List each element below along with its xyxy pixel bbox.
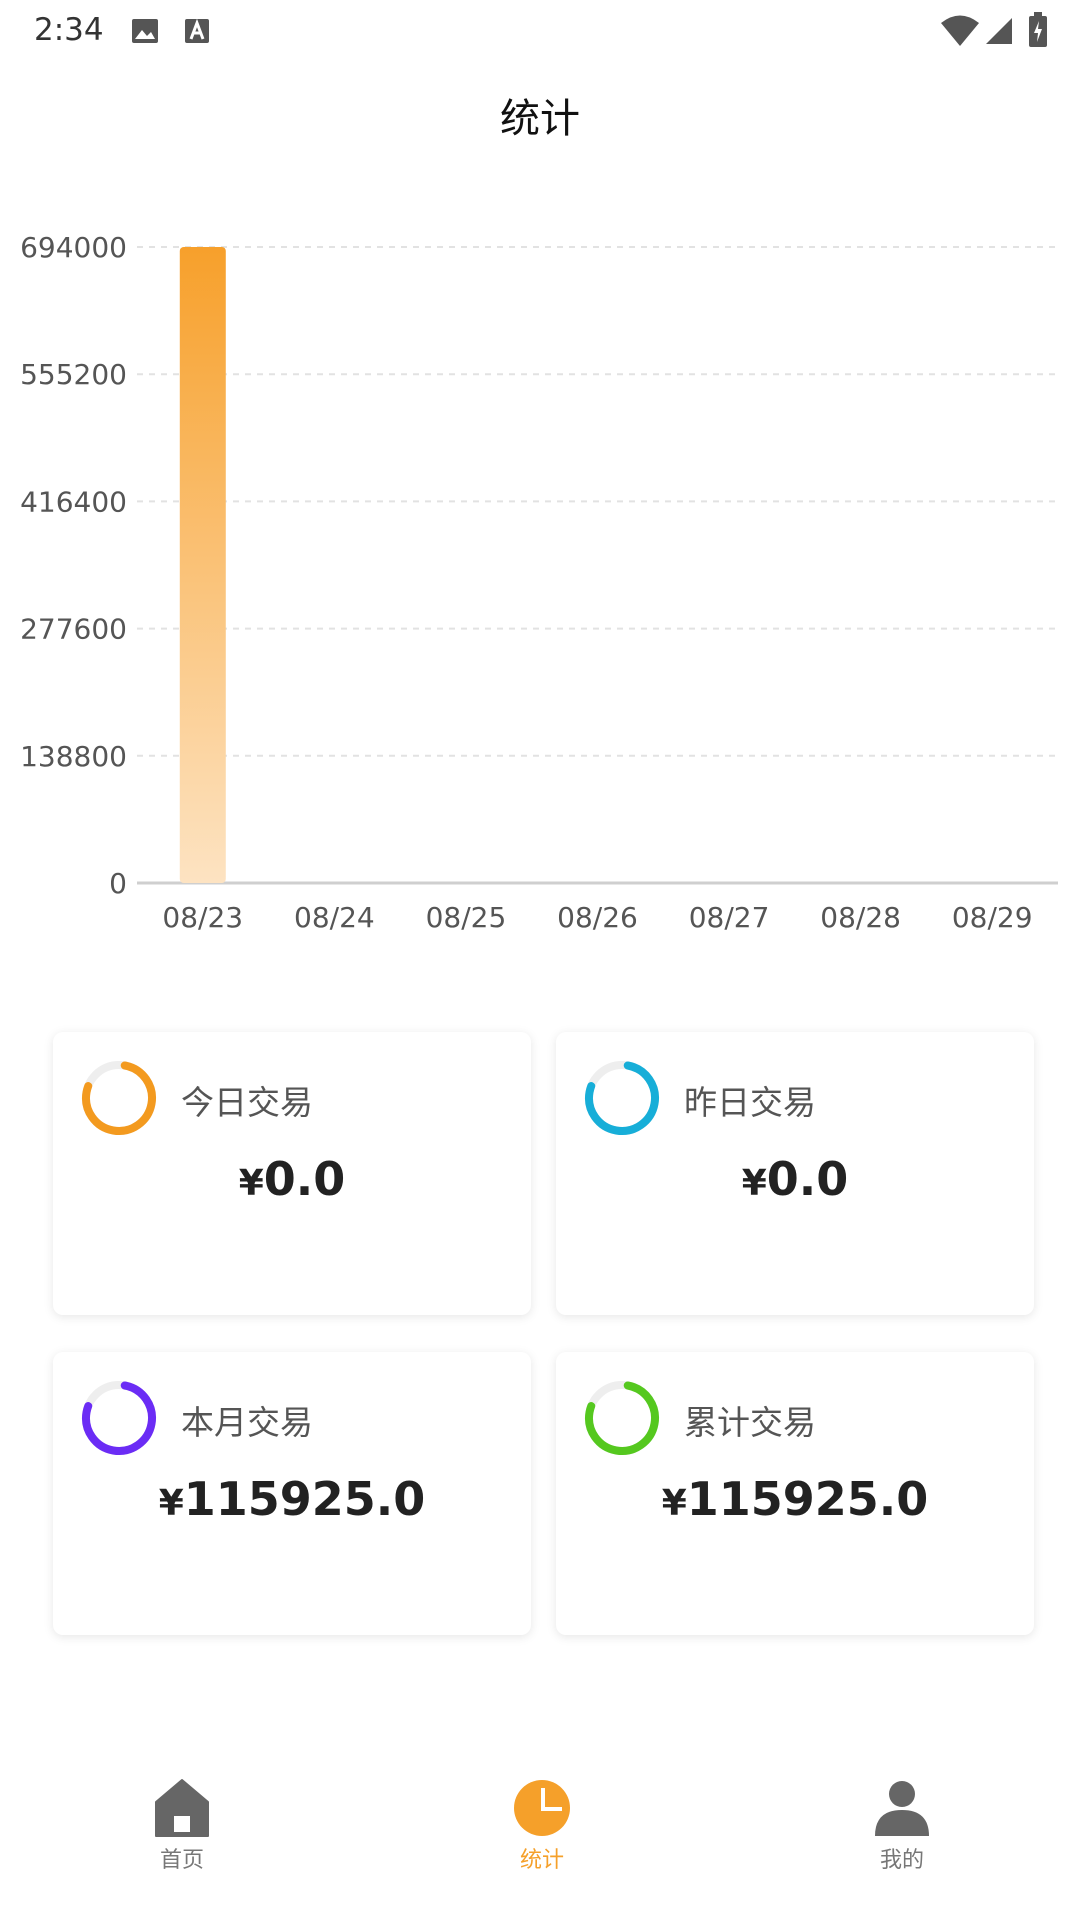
x-tick-label: 08/23 bbox=[162, 901, 243, 934]
x-tick-label: 08/27 bbox=[689, 901, 770, 934]
nav-item-statistics[interactable]: 统计 bbox=[442, 1778, 642, 1918]
y-tick-label: 416400 bbox=[20, 485, 127, 518]
card-amount: ¥0.0 bbox=[741, 1152, 849, 1206]
card-label: 昨日交易 bbox=[684, 1083, 816, 1122]
yesterday-transactions-card[interactable]: 昨日交易 ¥0.0 bbox=[556, 1032, 1034, 1315]
nav-item-profile[interactable]: 我的 bbox=[802, 1778, 1002, 1918]
nav-label-profile: 我的 bbox=[879, 1848, 924, 1873]
bar-chart-svg: 0 138800 277600 416400 555200 694000 08/23 08/2… bbox=[20, 231, 1058, 934]
month-transactions-card[interactable]: 本月交易 ¥115925.0 bbox=[53, 1352, 531, 1635]
y-tick-label: 555200 bbox=[20, 358, 127, 391]
ring-icon bbox=[585, 1381, 659, 1455]
ring-icon bbox=[82, 1381, 156, 1455]
nav-item-home[interactable]: 首页 bbox=[82, 1778, 282, 1918]
card-amount: ¥115925.0 bbox=[661, 1472, 929, 1526]
image-icon bbox=[132, 19, 158, 43]
card-label: 累计交易 bbox=[684, 1403, 816, 1442]
ring-icon bbox=[82, 1061, 156, 1135]
page-title: 统计 bbox=[500, 96, 580, 142]
card-amount: ¥0.0 bbox=[238, 1152, 346, 1206]
nav-label-statistics: 统计 bbox=[519, 1848, 564, 1873]
card-label: 今日交易 bbox=[181, 1083, 313, 1122]
y-tick-label: 0 bbox=[109, 867, 127, 900]
x-tick-label: 08/29 bbox=[952, 901, 1033, 934]
nav-label-home: 首页 bbox=[159, 1848, 204, 1873]
x-tick-label: 08/28 bbox=[820, 901, 901, 934]
y-tick-label: 694000 bbox=[20, 231, 127, 264]
wifi-icon bbox=[941, 15, 979, 46]
card-label: 本月交易 bbox=[181, 1403, 313, 1442]
today-transactions-card[interactable]: 今日交易 ¥0.0 bbox=[53, 1032, 531, 1315]
bottom-nav: 首页 统计 我的 bbox=[0, 1770, 1080, 1920]
total-transactions-card[interactable]: 累计交易 ¥115925.0 bbox=[556, 1352, 1034, 1635]
y-tick-label: 138800 bbox=[20, 740, 127, 773]
battery-icon bbox=[1029, 12, 1047, 47]
bar bbox=[179, 247, 226, 883]
pie-chart-icon bbox=[514, 1780, 570, 1836]
statistics-screen: 2:34 统计 0 138800 277600 416400 555200 694000 0… bbox=[0, 0, 1080, 1920]
bar-chart: 0 138800 277600 416400 555200 694000 08/23 08/2… bbox=[0, 215, 1080, 955]
x-tick-label: 08/25 bbox=[426, 901, 507, 934]
ring-icon bbox=[585, 1061, 659, 1135]
card-amount: ¥115925.0 bbox=[158, 1472, 426, 1526]
user-icon bbox=[875, 1781, 929, 1836]
x-tick-label: 08/24 bbox=[294, 901, 375, 934]
a-icon bbox=[185, 18, 209, 43]
status-bar: 2:34 bbox=[0, 0, 1080, 64]
y-tick-label: 277600 bbox=[20, 613, 127, 646]
status-time: 2:34 bbox=[34, 12, 104, 48]
home-icon bbox=[155, 1779, 209, 1837]
signal-icon bbox=[986, 18, 1012, 44]
x-tick-label: 08/26 bbox=[557, 901, 638, 934]
